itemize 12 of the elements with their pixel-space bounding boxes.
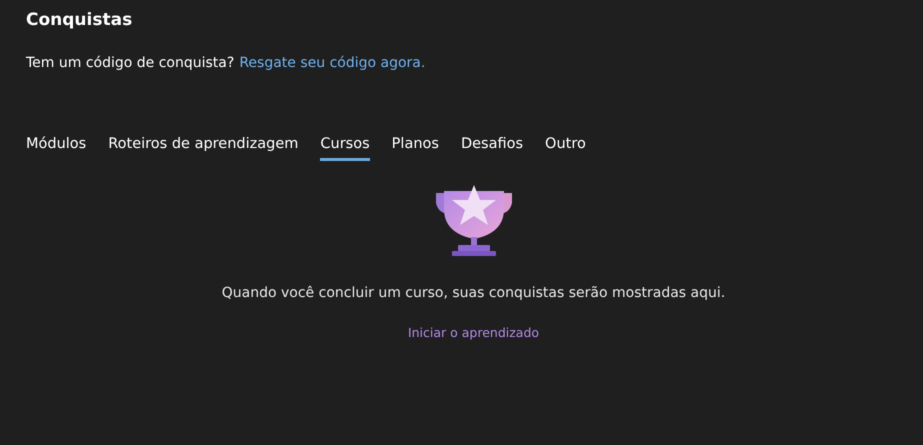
tab[interactable]: Outro xyxy=(545,136,586,161)
redeem-link[interactable]: Resgate seu código agora. xyxy=(239,55,426,71)
trophy-icon xyxy=(434,183,514,259)
tab[interactable]: Módulos xyxy=(26,136,86,161)
empty-message: Quando você concluir um curso, suas conquistas serão mostradas aqui. xyxy=(222,285,726,301)
tab[interactable]: Planos xyxy=(392,136,439,161)
tab[interactable]: Roteiros de aprendizagem xyxy=(108,136,298,161)
redeem-prompt: Tem um código de conquista? xyxy=(26,55,234,71)
tab[interactable]: Desafios xyxy=(460,136,524,161)
page-title: Conquistas xyxy=(26,9,134,32)
tab[interactable]: Cursos xyxy=(320,136,370,161)
start-learning-link[interactable]: Iniciar o aprendizado xyxy=(408,325,540,340)
